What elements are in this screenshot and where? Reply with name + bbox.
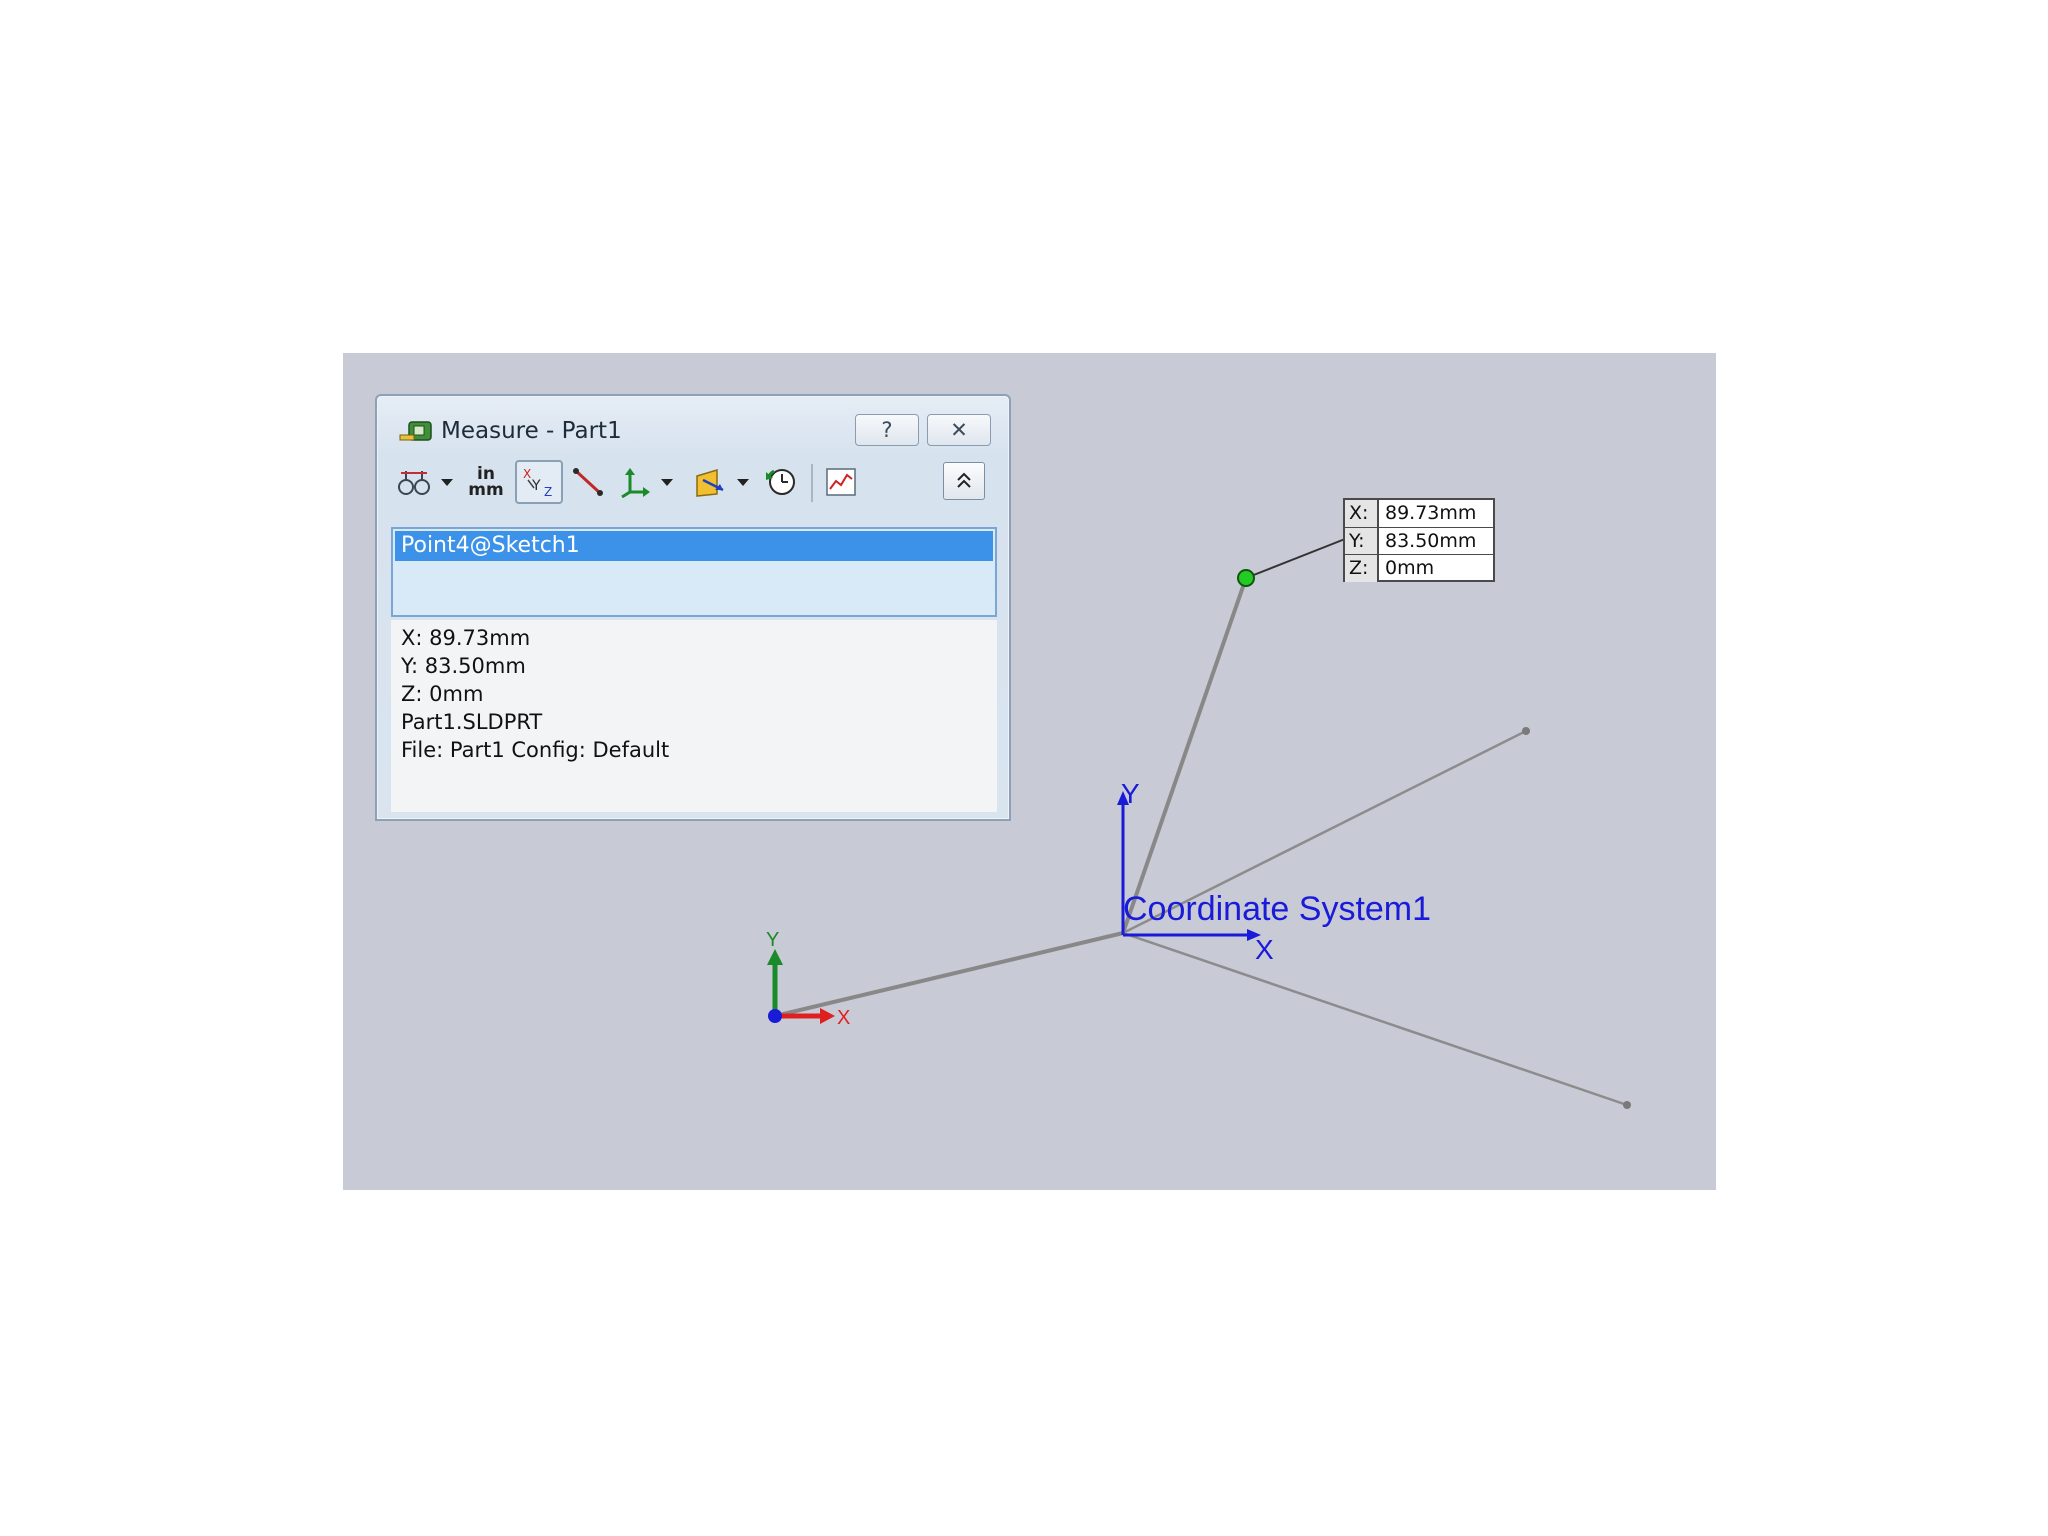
coordinate-system-dropdown[interactable] — [657, 460, 677, 504]
point-to-point-icon — [573, 468, 603, 496]
collapse-dialog-button[interactable] — [943, 462, 985, 500]
chevron-down-icon — [661, 479, 673, 486]
callout-row-y: Y: 83.50mm — [1345, 527, 1493, 555]
coordinate-system-button[interactable] — [615, 460, 655, 504]
cs-x-axis-label: X — [1255, 934, 1274, 965]
origin-triad-icon — [767, 949, 835, 1024]
arc-circle-options-icon — [398, 471, 430, 495]
sketch-endpoint-lower[interactable] — [1623, 1101, 1631, 1109]
projected-plane-icon — [696, 468, 724, 497]
point-coordinate-callout: X: 89.73mm Y: 83.50mm Z: 0mm — [1343, 498, 1495, 582]
close-button[interactable]: ✕ — [927, 414, 991, 446]
history-clock-icon — [766, 469, 795, 495]
selected-entity-item[interactable]: Point4@Sketch1 — [395, 531, 993, 561]
callout-z-value: 0mm — [1385, 557, 1435, 579]
callout-leader — [1245, 538, 1346, 579]
help-button[interactable]: ? — [855, 414, 919, 446]
callout-x-label: X: — [1345, 500, 1379, 527]
measure-toolbar: in mm X Y Z — [391, 458, 997, 506]
toolbar-separator — [811, 464, 813, 502]
callout-z-label: Z: — [1345, 555, 1379, 582]
dialog-titlebar[interactable]: Measure - Part1 ? ✕ — [377, 396, 1009, 452]
graphics-viewport[interactable]: Y X Y X Coordinate System1 X: 89.73mm Y:… — [343, 353, 1716, 1190]
callout-y-label: Y: — [1345, 528, 1379, 555]
chevron-down-icon — [737, 479, 749, 486]
chevron-down-icon — [441, 479, 453, 486]
xyz-icon: X Y Z — [523, 467, 552, 498]
triad-axes-icon — [621, 468, 650, 498]
result-file-config: File: Part1 Config: Default — [401, 738, 670, 762]
measure-tape-icon — [399, 421, 432, 441]
create-sensor-button[interactable] — [821, 460, 861, 504]
measure-results: X: 89.73mm Y: 83.50mm Z: 0mm Part1.SLDPR… — [391, 620, 997, 812]
callout-row-z: Z: 0mm — [1345, 554, 1493, 582]
selected-point-icon[interactable] — [1237, 569, 1255, 587]
callout-row-x: X: 89.73mm — [1345, 500, 1493, 527]
units-mm-label: mm — [468, 480, 504, 500]
measure-dialog[interactable]: Measure - Part1 ? ✕ in mm X Y Z Point4@S… — [375, 394, 1011, 821]
svg-text:X: X — [523, 467, 531, 481]
origin-y-axis-label: Y — [766, 929, 779, 951]
projected-on-dropdown[interactable] — [733, 460, 753, 504]
arc-circle-measure-button[interactable] — [395, 460, 435, 504]
projected-on-button[interactable] — [691, 460, 729, 504]
coordinate-system-label[interactable]: Coordinate System1 — [1123, 890, 1431, 929]
result-part-name: Part1.SLDPRT — [401, 710, 543, 734]
units-precision-button[interactable]: in mm — [465, 460, 507, 504]
result-y: Y: 83.50mm — [401, 654, 526, 678]
point-to-point-button[interactable] — [569, 460, 607, 504]
chevron-double-up-icon — [957, 472, 971, 488]
sensor-graph-icon — [826, 468, 856, 496]
selection-list[interactable]: Point4@Sketch1 — [391, 527, 997, 617]
measurement-history-button[interactable] — [761, 460, 801, 504]
callout-y-value: 83.50mm — [1385, 530, 1477, 552]
sketch-line-lower-right[interactable] — [1122, 931, 1628, 1107]
result-z: Z: 0mm — [401, 682, 484, 706]
origin-x-axis-label: X — [837, 1007, 850, 1029]
show-xyz-measurements-toggle[interactable]: X Y Z — [515, 460, 563, 504]
dialog-title: Measure - Part1 — [441, 418, 622, 444]
result-x: X: 89.73mm — [401, 626, 531, 650]
sketch-line-origin-to-cs[interactable] — [774, 931, 1124, 1018]
arc-options-dropdown[interactable] — [437, 460, 457, 504]
sketch-endpoint-upper[interactable] — [1522, 727, 1530, 735]
callout-x-value: 89.73mm — [1385, 502, 1477, 524]
cs-y-axis-label: Y — [1121, 778, 1140, 809]
svg-text:Z: Z — [544, 485, 552, 498]
